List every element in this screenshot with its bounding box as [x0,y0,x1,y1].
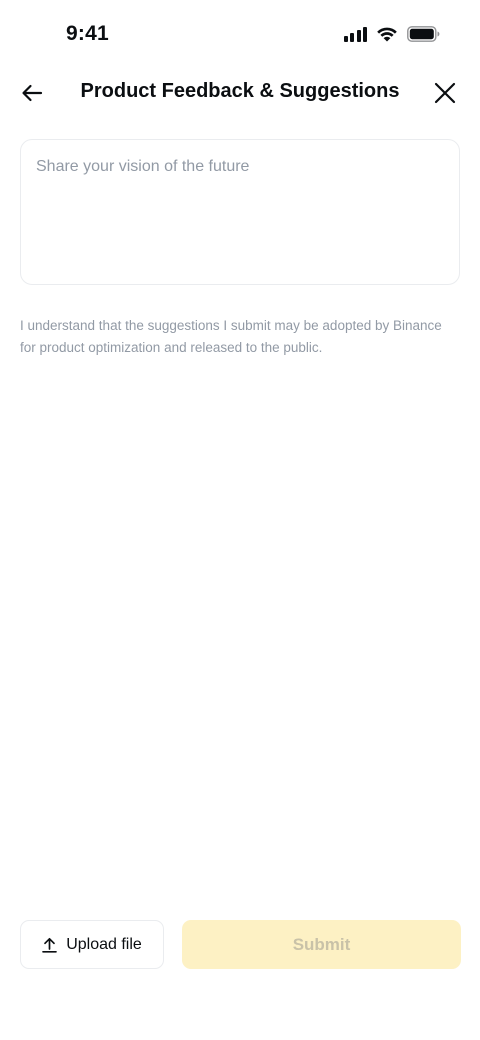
upload-icon [42,937,58,953]
submit-label: Submit [292,934,351,954]
page-title: Product Feedback & Suggestions [80,80,400,102]
feedback-input[interactable] [20,139,460,285]
status-time: 9:41 [66,22,109,45]
status-bar: 9:41 [0,0,480,72]
upload-file-label: Upload file [66,935,142,953]
submit-button[interactable]: Submit [182,920,461,969]
disclaimer-text: I understand that the suggestions I subm… [20,318,442,355]
upload-file-button[interactable]: Upload file [20,920,164,969]
header: Product Feedback & Suggestions [0,72,480,114]
status-icons [343,26,441,42]
close-button[interactable] [430,78,460,108]
wifi-icon [377,27,397,42]
feedback-screen: 9:41 Product Feedback & Suggestions Shar… [0,0,480,1040]
battery-icon [407,26,440,42]
close-icon [434,82,456,104]
signal-icon [343,26,367,42]
